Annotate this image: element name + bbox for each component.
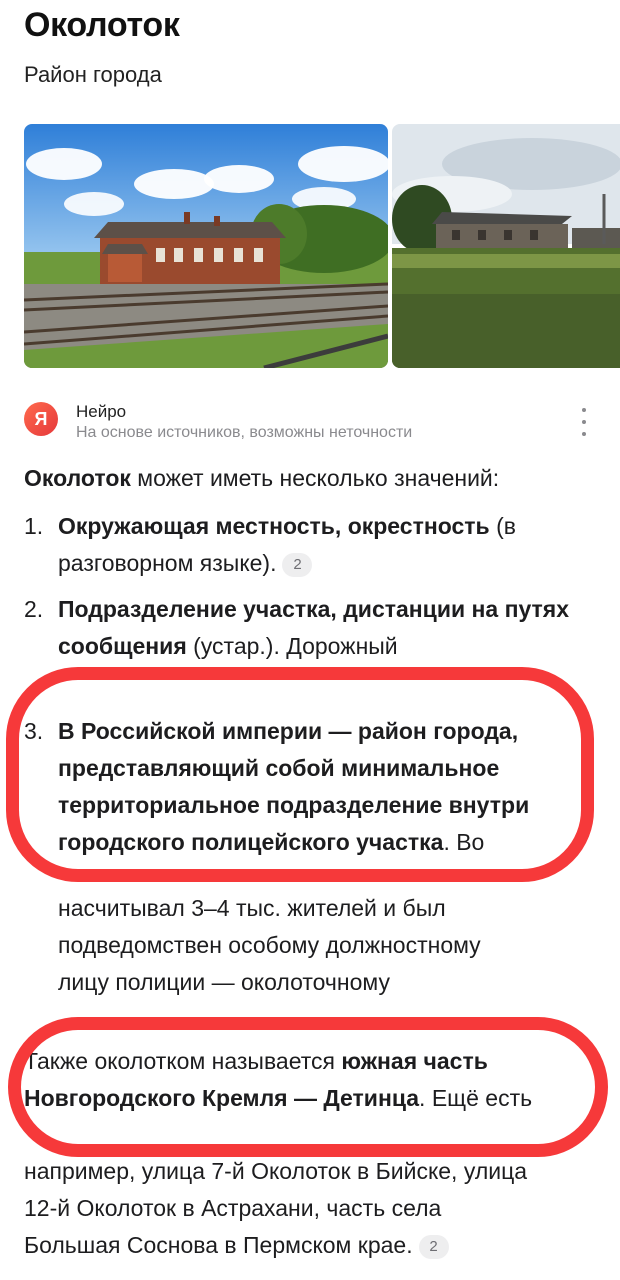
answer-term: Околоток xyxy=(24,465,131,491)
neuro-logo-icon: Я xyxy=(24,402,58,436)
answer-extra-line: 12-й Околоток в Астрахани, часть села xyxy=(24,1195,442,1221)
source-badge[interactable]: 2 xyxy=(282,553,313,577)
railway-station-photo[interactable] xyxy=(24,124,388,368)
village-field-image xyxy=(392,124,620,368)
page-title: Околоток xyxy=(24,6,180,44)
answer-intro: Околоток может иметь несколько значений: xyxy=(24,465,500,491)
more-options-icon[interactable] xyxy=(572,404,596,440)
list-item-number: 3. xyxy=(24,718,44,744)
page-subtitle: Район города xyxy=(24,62,162,87)
neuro-name: Нейро xyxy=(76,402,127,421)
list-item-text: Подразделение участка, дистанции на путя… xyxy=(58,596,570,659)
list-item-number: 1. xyxy=(24,513,44,539)
neuro-disclaimer: На основе источников, возможны неточност… xyxy=(76,424,413,441)
list-item-text: В Российской империи — район города, пре… xyxy=(58,718,530,855)
answer-extra-line: Большая Соснова в Пермском крае. 2 xyxy=(24,1227,604,1264)
answer-extra: Также околотком называется южная часть Н… xyxy=(24,1048,533,1111)
list-item-number: 2. xyxy=(24,596,44,622)
railway-station-image xyxy=(24,124,388,368)
village-field-photo[interactable] xyxy=(392,124,620,368)
source-badge[interactable]: 2 xyxy=(418,1235,449,1259)
answer-extra-line: например, улица 7-й Околоток в Бийске, у… xyxy=(24,1158,528,1184)
list-item-text: Окружающая местность, окрестность (в раз… xyxy=(58,513,516,577)
